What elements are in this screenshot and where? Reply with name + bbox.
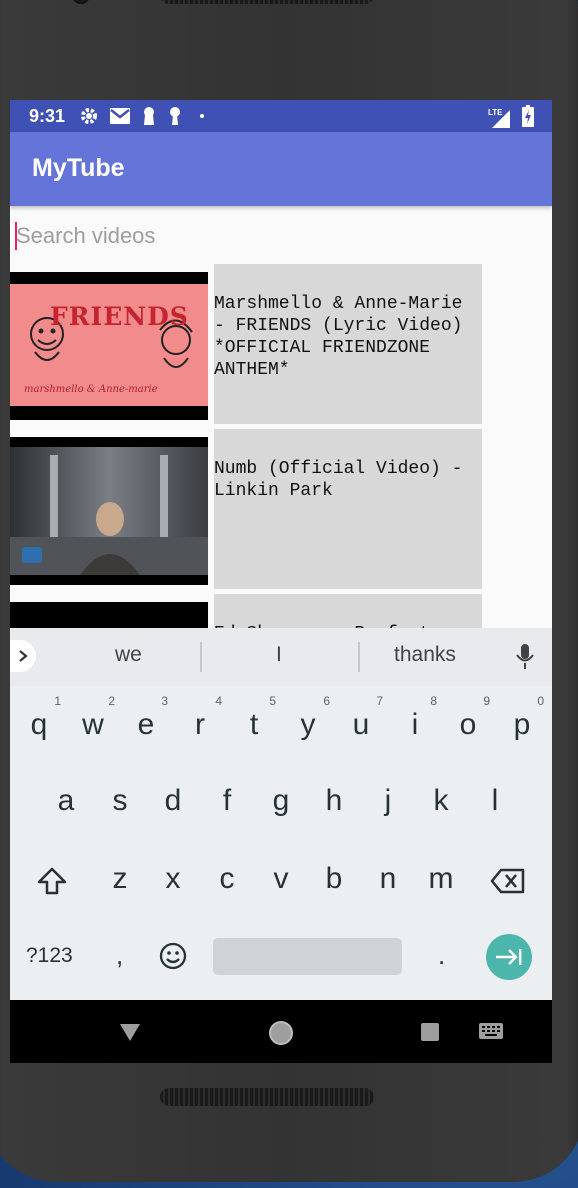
key-w[interactable]: w2 [69, 694, 117, 742]
key-s[interactable]: s [96, 784, 144, 818]
key-y[interactable]: y6 [284, 694, 332, 742]
lte-label: LTE [488, 107, 503, 117]
emoji-icon [159, 942, 187, 970]
app-bar: MyTube [10, 132, 552, 206]
front-camera [72, 0, 90, 4]
soft-keyboard: we I thanks q1 w2 e3 r4 t5 y6 u7 i8 o9 p… [10, 628, 552, 1000]
key-n[interactable]: n [364, 862, 412, 896]
keyboard-icon [479, 1023, 503, 1039]
video-title[interactable]: Marshmello & Anne-Marie - FRIENDS (Lyric… [214, 264, 482, 424]
key-t[interactable]: t5 [230, 694, 278, 742]
status-right-icons: LTE [488, 105, 534, 132]
video-thumbnail[interactable] [10, 437, 208, 585]
key-o[interactable]: o9 [444, 694, 492, 742]
chevron-right-icon [19, 650, 28, 662]
comma-key[interactable]: , [116, 940, 123, 971]
phone-screen: 9:31 LTE MyTube Search videos FRIENDS ma… [10, 100, 552, 1063]
key-i[interactable]: i8 [391, 694, 439, 742]
suggestion-3[interactable]: thanks [394, 643, 456, 667]
key-c[interactable]: c [203, 862, 251, 896]
friends-thumbnail-art [10, 272, 208, 420]
key-b[interactable]: b [310, 862, 358, 896]
keyhole-icon [167, 105, 183, 127]
key-q[interactable]: q1 [15, 694, 63, 742]
lte-signal-icon: LTE [488, 107, 512, 130]
voice-input-mic-icon[interactable] [516, 644, 534, 675]
recents-button[interactable] [420, 1022, 440, 1042]
spacebar[interactable] [213, 938, 402, 975]
video-item[interactable]: Numb (Official Video) - Linkin Park [10, 429, 552, 589]
status-bar: 9:31 LTE [10, 100, 552, 132]
key-row-2: a s d f g h j k l [10, 784, 552, 824]
home-circle-icon [269, 1021, 293, 1045]
search-bar [10, 216, 552, 260]
backspace-icon [490, 868, 525, 894]
battery-charging-icon [522, 105, 534, 132]
emoji-key[interactable] [159, 942, 187, 975]
recents-square-icon [421, 1023, 439, 1041]
key-g[interactable]: g [257, 784, 305, 818]
key-z[interactable]: z [96, 862, 144, 896]
video-thumbnail[interactable]: FRIENDS marshmello & Anne-marie [10, 272, 208, 420]
shift-key[interactable] [36, 866, 68, 901]
key-row-3: z x c v b n m [10, 862, 552, 902]
key-x[interactable]: x [149, 862, 197, 896]
dot-icon [199, 105, 205, 127]
video-title[interactable]: Numb (Official Video) - Linkin Park [214, 429, 482, 589]
shift-icon [37, 867, 67, 895]
enter-key[interactable] [486, 934, 532, 980]
period-key[interactable]: . [438, 940, 445, 971]
bottom-speaker-grille [160, 1088, 374, 1106]
navigation-bar [10, 1000, 552, 1063]
suggestion-strip: we I thanks [10, 628, 552, 686]
key-e[interactable]: e3 [122, 694, 170, 742]
search-input[interactable] [16, 218, 536, 254]
key-h[interactable]: h [310, 784, 358, 818]
key-v[interactable]: v [257, 862, 305, 896]
app-title: MyTube [32, 154, 125, 182]
numb-thumbnail-art [10, 437, 208, 585]
key-j[interactable]: j [364, 784, 412, 818]
key-l[interactable]: l [471, 784, 519, 818]
thumbnail-caption-text: marshmello & Anne-marie [24, 384, 158, 395]
key-m[interactable]: m [417, 862, 465, 896]
suggestion-1[interactable]: we [115, 643, 142, 667]
gmail-icon [109, 105, 131, 127]
expand-suggestions-button[interactable] [10, 640, 36, 672]
suggestion-divider [200, 642, 202, 672]
key-d[interactable]: d [149, 784, 197, 818]
key-k[interactable]: k [417, 784, 465, 818]
suggestion-2[interactable]: I [276, 643, 282, 667]
home-button[interactable] [268, 1020, 294, 1046]
keyhole-icon [141, 105, 157, 127]
key-row-1: q1 w2 e3 r4 t5 y6 u7 i8 o9 p0 [10, 694, 552, 748]
key-r[interactable]: r4 [176, 694, 224, 742]
key-p[interactable]: p0 [498, 694, 546, 742]
key-u[interactable]: u7 [337, 694, 385, 742]
symbols-key[interactable]: ?123 [26, 944, 73, 968]
key-f[interactable]: f [203, 784, 251, 818]
go-arrow-icon [496, 949, 522, 965]
backspace-key[interactable] [490, 868, 526, 899]
back-button[interactable] [118, 1022, 142, 1042]
status-time: 9:31 [29, 105, 66, 126]
top-speaker-grille [160, 0, 374, 4]
back-triangle-icon [120, 1024, 140, 1041]
video-item[interactable]: FRIENDS marshmello & Anne-marie Marshmel… [10, 264, 552, 424]
thumbnail-title-text: FRIENDS [50, 302, 189, 331]
gear-icon [79, 105, 99, 127]
suggestion-divider [358, 642, 360, 672]
keyboard-switch-button[interactable] [478, 1022, 504, 1040]
key-a[interactable]: a [42, 784, 90, 818]
